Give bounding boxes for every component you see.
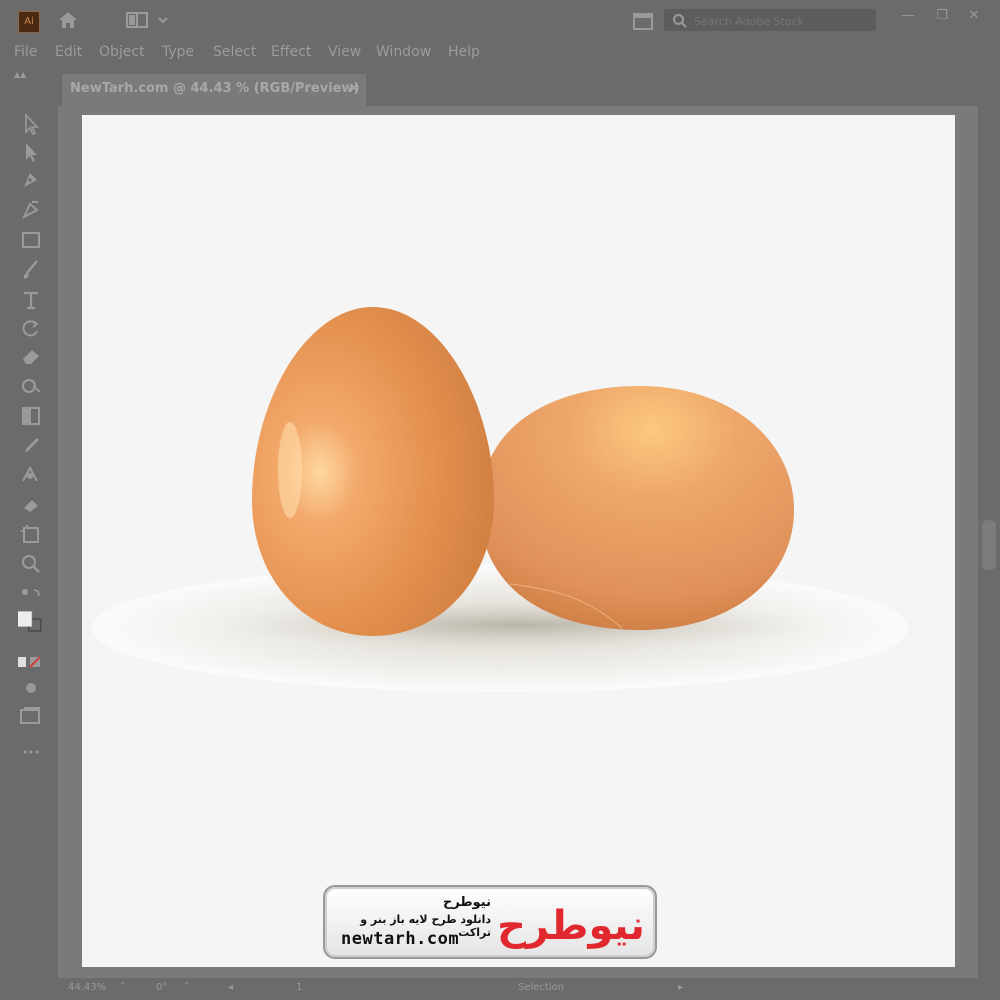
artboard-number[interactable]: 1 [296,982,302,993]
prev-artboard-icon[interactable]: ◂ [228,982,233,993]
current-tool-status: Selection [518,982,565,993]
egg-artwork[interactable] [0,0,1000,1000]
svg-text:نیوطرح: نیوطرح [497,903,645,949]
rotation-chevron-icon[interactable]: ˅ [184,982,189,993]
zoom-level[interactable]: 44.43% [68,982,106,993]
egg-highlight [278,422,302,518]
rotation-value[interactable]: 0° [156,982,167,993]
watermark-url: newtarh.com [341,929,460,949]
status-play-icon[interactable]: ▸ [678,982,683,993]
newtarh-watermark: نیوطرح دانلود طرح لایه باز بنر و تراکت n… [323,885,657,959]
status-bar: 44.43% ˅ 0° ˅ ◂ 1 Selection ▸ [58,978,1000,1000]
watermark-brand-text: نیوطرح [442,895,491,910]
egg-lying [480,386,794,630]
newtarh-logo-icon: نیوطرح [497,903,645,949]
zoom-chevron-icon[interactable]: ˅ [120,982,125,993]
